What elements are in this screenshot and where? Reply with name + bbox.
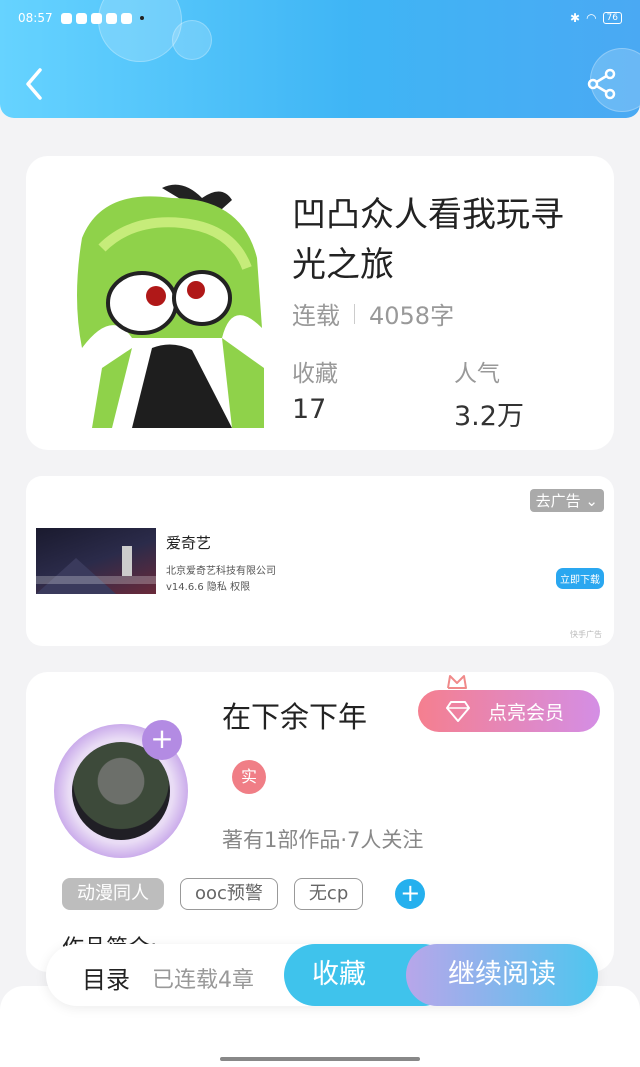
favorites-label: 收藏: [292, 361, 338, 387]
remove-ad-button[interactable]: 去广告 ⌄: [529, 489, 604, 512]
continue-reading-button[interactable]: 继续阅读: [406, 944, 598, 1006]
ad-company: 北京爱奇艺科技有限公司: [166, 566, 276, 577]
battery-icon: 76: [602, 12, 622, 24]
gem-icon: [446, 701, 470, 722]
serial-status: 连载: [292, 302, 340, 330]
ad-download-button[interactable]: 立即下载: [556, 568, 604, 589]
toc-button[interactable]: 目录: [82, 960, 130, 995]
book-meta: 连载 4058字: [292, 296, 454, 331]
app-notification-icon: [90, 12, 102, 24]
verified-badge: 实: [232, 760, 266, 794]
chevron-down-icon: ⌄: [585, 492, 598, 510]
remove-ad-label: 去广告: [535, 492, 581, 510]
tag[interactable]: 动漫同人: [62, 878, 164, 910]
popularity-value: 3.2万: [454, 401, 524, 432]
book-title: 凹凸众人看我玩寻光之旅: [292, 195, 564, 285]
ad-app-name: 爱奇艺: [166, 534, 212, 552]
action-bar: 目录 已连载4章 收藏 继续阅读: [46, 944, 598, 1006]
vip-button[interactable]: 点亮会员: [418, 690, 600, 732]
more-notifications-icon: [139, 16, 144, 20]
author-name: 在下余下年: [222, 700, 368, 734]
status-time: 08:57: [18, 11, 53, 25]
app-notification-icon: [75, 12, 87, 24]
divider: [354, 303, 355, 324]
app-notification-icon: [120, 12, 132, 24]
header: 08:57 ✱ ◠ 76: [0, 0, 640, 118]
book-cover[interactable]: [72, 178, 264, 428]
add-tag-icon[interactable]: +: [395, 879, 426, 909]
ad-version-info: v14.6.6 隐私 权限: [166, 582, 251, 593]
author-card: + 在下余下年 点亮会员 实 著有1部作品·7人关注 动漫同人 ooc预警 无c…: [26, 672, 614, 972]
follow-plus-icon[interactable]: +: [142, 720, 182, 760]
bluetooth-icon: ✱: [570, 11, 581, 25]
word-count: 4058字: [369, 302, 455, 330]
crown-icon: [447, 675, 467, 689]
status-bar: 08:57 ✱ ◠ 76: [18, 8, 622, 28]
home-indicator[interactable]: [220, 1057, 420, 1061]
popularity-label: 人气: [454, 361, 500, 387]
chapter-count: 已连载4章: [152, 968, 254, 993]
book-info-card: 凹凸众人看我玩寻光之旅 连载 4058字 收藏 17 人气 3.2万: [26, 156, 614, 450]
wifi-icon: ◠: [586, 11, 597, 25]
app-notification-icon: [105, 12, 117, 24]
ad-card[interactable]: 去广告 ⌄ 爱奇艺 北京爱奇艺科技有限公司 v14.6.6 隐私 权限 立即下载…: [26, 476, 614, 646]
share-icon[interactable]: [586, 68, 618, 100]
author-stats: 著有1部作品·7人关注: [222, 828, 424, 852]
ad-thumbnail[interactable]: [36, 528, 156, 594]
cover-illustration: [72, 178, 264, 428]
tag-list: 动漫同人 ooc预警 无cp +: [62, 878, 426, 910]
tag[interactable]: ooc预警: [180, 878, 278, 910]
tag[interactable]: 无cp: [293, 878, 364, 910]
ad-thumbnail-image: [36, 546, 156, 594]
back-arrow-icon[interactable]: [20, 66, 50, 102]
vip-label: 点亮会员: [488, 701, 565, 724]
ad-source-label: 快手广告: [570, 630, 602, 639]
favorites-value: 17: [292, 394, 327, 425]
app-notification-icon: [60, 12, 72, 24]
